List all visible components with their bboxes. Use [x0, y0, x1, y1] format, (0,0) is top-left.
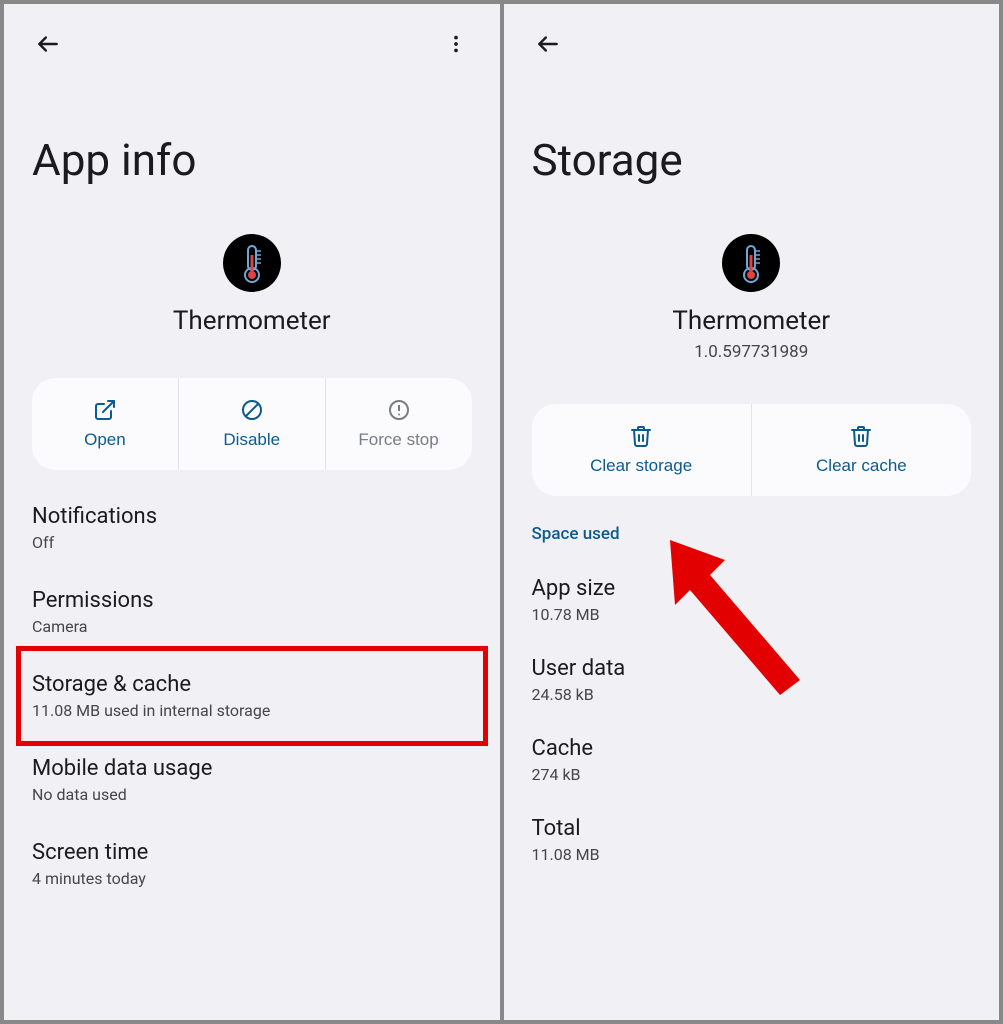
- trash-icon: [629, 424, 653, 448]
- clear-cache-label: Clear cache: [816, 456, 907, 476]
- disable-button[interactable]: Disable: [178, 378, 325, 470]
- list-item-sub: 11.08 MB used in internal storage: [32, 701, 472, 720]
- app-name: Thermometer: [173, 306, 331, 336]
- app-name: Thermometer: [672, 306, 830, 336]
- stat-title: App size: [532, 576, 972, 601]
- clear-cache-button[interactable]: Clear cache: [751, 404, 971, 496]
- clear-storage-label: Clear storage: [590, 456, 692, 476]
- app-version: 1.0.597731989: [694, 342, 808, 362]
- list-item-sub: Off: [32, 533, 472, 552]
- storage-screen: Storage Thermometer 1.0.597731989 Clear …: [504, 4, 1000, 1020]
- stat-title: User data: [532, 656, 972, 681]
- back-button[interactable]: [28, 24, 68, 64]
- settings-list: Notifications Off Permissions Camera Sto…: [4, 478, 500, 914]
- section-header: Space used: [504, 504, 1000, 552]
- open-button[interactable]: Open: [32, 378, 178, 470]
- list-item-title: Storage & cache: [32, 672, 472, 697]
- force-stop-button[interactable]: Force stop: [325, 378, 472, 470]
- thermometer-icon: [736, 243, 766, 283]
- more-vert-icon: [445, 33, 467, 55]
- app-icon: [722, 234, 780, 292]
- app-header: Thermometer: [4, 226, 500, 360]
- back-arrow-icon: [535, 31, 561, 57]
- app-icon: [223, 234, 281, 292]
- disable-icon: [240, 398, 264, 422]
- back-button[interactable]: [528, 24, 568, 64]
- list-item-title: Notifications: [32, 504, 472, 529]
- storage-cache-item[interactable]: Storage & cache 11.08 MB used in interna…: [4, 654, 500, 738]
- stat-value: 24.58 kB: [532, 685, 972, 704]
- back-arrow-icon: [35, 31, 61, 57]
- stat-value: 10.78 MB: [532, 605, 972, 624]
- open-icon: [93, 398, 117, 422]
- stat-value: 274 kB: [532, 765, 972, 784]
- page-title: Storage: [504, 84, 1000, 226]
- app-info-screen: App info Thermometer Open Disable Force …: [4, 4, 500, 1020]
- list-item-title: Mobile data usage: [32, 756, 472, 781]
- force-stop-icon: [387, 398, 411, 422]
- page-title: App info: [4, 84, 500, 226]
- app-size-item: App size 10.78 MB: [504, 560, 1000, 640]
- user-data-item: User data 24.58 kB: [504, 640, 1000, 720]
- list-item-title: Permissions: [32, 588, 472, 613]
- list-item-title: Screen time: [32, 840, 472, 865]
- thermometer-icon: [237, 243, 267, 283]
- topbar: [4, 4, 500, 84]
- total-item: Total 11.08 MB: [504, 800, 1000, 880]
- notifications-item[interactable]: Notifications Off: [4, 486, 500, 570]
- list-item-sub: No data used: [32, 785, 472, 804]
- force-stop-label: Force stop: [358, 430, 438, 450]
- action-row: Open Disable Force stop: [32, 378, 472, 470]
- disable-label: Disable: [223, 430, 280, 450]
- overflow-menu-button[interactable]: [436, 24, 476, 64]
- stat-value: 11.08 MB: [532, 845, 972, 864]
- topbar: [504, 4, 1000, 84]
- stat-title: Cache: [532, 736, 972, 761]
- clear-storage-button[interactable]: Clear storage: [532, 404, 751, 496]
- trash-icon: [849, 424, 873, 448]
- screen-time-item[interactable]: Screen time 4 minutes today: [4, 822, 500, 906]
- mobile-data-item[interactable]: Mobile data usage No data used: [4, 738, 500, 822]
- open-label: Open: [84, 430, 126, 450]
- list-item-sub: Camera: [32, 617, 472, 636]
- action-row: Clear storage Clear cache: [532, 404, 972, 496]
- stats-list: App size 10.78 MB User data 24.58 kB Cac…: [504, 552, 1000, 888]
- permissions-item[interactable]: Permissions Camera: [4, 570, 500, 654]
- stat-title: Total: [532, 816, 972, 841]
- list-item-sub: 4 minutes today: [32, 869, 472, 888]
- cache-item: Cache 274 kB: [504, 720, 1000, 800]
- app-header: Thermometer 1.0.597731989: [504, 226, 1000, 386]
